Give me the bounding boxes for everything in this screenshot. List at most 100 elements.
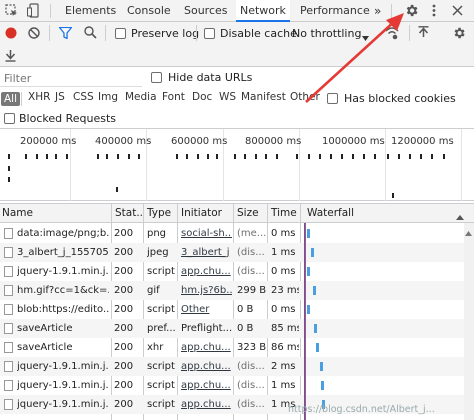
request-time: 85 ms [271,323,299,334]
request-row[interactable]: blob:https://edito... 200 script Other 0 B 0 … [0,300,474,319]
filter-type-img[interactable]: Img [98,91,118,103]
request-name: jquery-1.9.1.min.j... [17,361,109,372]
request-row[interactable]: saveArticle 200 xhr app.chu... 323 B 86 ms [0,338,474,357]
filter-type-doc[interactable]: Doc [192,91,212,103]
column-header-name[interactable]: Name [0,204,110,222]
request-initiator[interactable]: Preflight... [181,319,232,338]
overview-request-mark [244,154,246,159]
file-icon [4,323,13,334]
import-har-icon[interactable] [418,26,429,39]
filter-type-css[interactable]: CSS [73,91,94,103]
overview-gridline [461,129,462,201]
request-size: 323 B [237,342,266,353]
overview-tick-label: 800000 ms [245,136,302,147]
request-time: 2 ms [271,361,296,372]
request-initiator[interactable]: app.chu... [181,357,232,376]
column-header-type[interactable]: Type [145,204,177,222]
record-icon[interactable] [5,27,17,39]
column-header-initiator[interactable]: Initiator [179,204,233,222]
filter-type-ws[interactable]: WS [219,91,236,103]
overview-request-mark [36,154,38,159]
search-icon[interactable] [84,26,97,39]
file-icon [4,285,13,296]
request-name: saveArticle [17,323,73,334]
more-options-icon[interactable] [431,3,437,18]
request-size: (dis... [237,380,265,391]
requests-table-header: Name Stat... Type Initiator Size Time Wa… [0,203,474,223]
tab-network[interactable]: Network [236,0,290,22]
filter-type-font[interactable]: Font [162,91,185,103]
file-icon [4,304,13,315]
filter-type-xhr[interactable]: XHR [28,91,50,103]
device-toolbar-icon[interactable] [27,3,40,18]
overview-request-mark [138,154,140,159]
request-row[interactable]: 3_albert_j_155705... 200 jpeg 3_albert_j (di… [0,243,474,262]
request-row[interactable]: data:image/png;b... 200 png social-sh... (me… [0,224,474,243]
overview-request-mark [387,154,389,159]
request-time: 1 ms [271,247,296,258]
request-row[interactable]: saveArticle 200 pref... Preflight... 0 B 85 m… [0,319,474,338]
request-initiator[interactable]: social-sh... [181,224,232,243]
disable-cache-checkbox[interactable] [204,28,215,39]
request-initiator[interactable]: hm.js?6b... [181,281,232,300]
filter-type-manifest[interactable]: Manifest [241,91,286,103]
hide-data-urls-checkbox[interactable] [151,72,162,83]
request-row[interactable]: hm.gif?cc=1&ck=... 200 gif hm.js?6b... 299 B… [0,281,474,300]
overview-request-mark [46,154,48,159]
column-header-size[interactable]: Size [235,204,267,222]
network-settings-gear-icon[interactable] [452,26,466,40]
filter-input[interactable]: Filter [4,72,31,85]
filter-type-js[interactable]: JS [55,91,65,103]
request-time: 0 ms [271,228,296,239]
filter-type-media[interactable]: Media [125,91,157,103]
waterfall-bar [320,362,323,371]
inspect-element-icon[interactable] [5,4,18,17]
request-time: 86 ms [271,342,299,353]
request-time: 0 ms [271,266,296,277]
request-status: 200 [114,266,134,277]
tab-sources[interactable]: Sources [184,0,228,22]
request-name: saveArticle [17,342,73,353]
request-row[interactable]: jquery-1.9.1.min.j... 200 script app.chu...… [0,357,474,376]
column-header-waterfall[interactable]: Waterfall [305,204,425,222]
request-row[interactable]: jquery-1.9.1.min.j... 200 script app.chu...… [0,262,474,281]
scroll-up-arrow-icon[interactable] [465,226,472,236]
overview-request-mark [363,154,365,159]
request-name: jquery-1.9.1.min.j... [17,399,109,410]
preserve-log-checkbox[interactable] [115,28,126,39]
disable-cache-label: Disable cache [220,27,297,40]
request-initiator[interactable]: Other [181,300,232,319]
column-header-status[interactable]: Stat... [113,204,143,222]
requests-scrollbar[interactable] [464,223,474,420]
request-initiator[interactable]: 3_albert_j [181,243,232,262]
overview-request-mark [116,187,118,192]
waterfall-bar [307,267,310,276]
overview-request-mark [296,154,298,159]
waterfall-bar [316,343,319,352]
request-size: 0 B [237,304,254,315]
request-initiator[interactable]: app.chu... [181,262,232,281]
export-har-icon[interactable] [5,49,16,62]
blocked-requests-checkbox[interactable] [4,113,15,124]
toolbar-separator [105,25,106,41]
type-separator [21,92,22,106]
overview-request-mark [319,154,321,159]
filter-type-all[interactable]: All [1,92,21,106]
request-initiator[interactable]: app.chu... [181,376,232,395]
tab-console[interactable]: Console [127,0,171,22]
timeline-overview[interactable]: 200000 ms 400000 ms 600000 ms 800000 ms … [0,129,474,201]
request-row[interactable]: jquery-1.9.1.min.j... 200 script app.chu...… [0,376,474,395]
filter-input-box[interactable]: Filter [0,69,142,87]
overview-request-mark [186,154,188,159]
overview-request-mark [216,154,218,159]
tab-elements[interactable]: Elements [65,0,116,22]
request-initiator[interactable]: app.chu... [181,395,232,414]
request-type: xhr [147,342,164,353]
close-devtools-icon[interactable] [452,5,463,16]
overview-request-mark [352,154,354,159]
filter-icon[interactable] [58,26,73,40]
request-initiator[interactable]: app.chu... [181,338,232,357]
column-header-time[interactable]: Time [269,204,299,222]
clear-icon[interactable] [28,27,40,39]
overview-request-mark [420,154,422,159]
